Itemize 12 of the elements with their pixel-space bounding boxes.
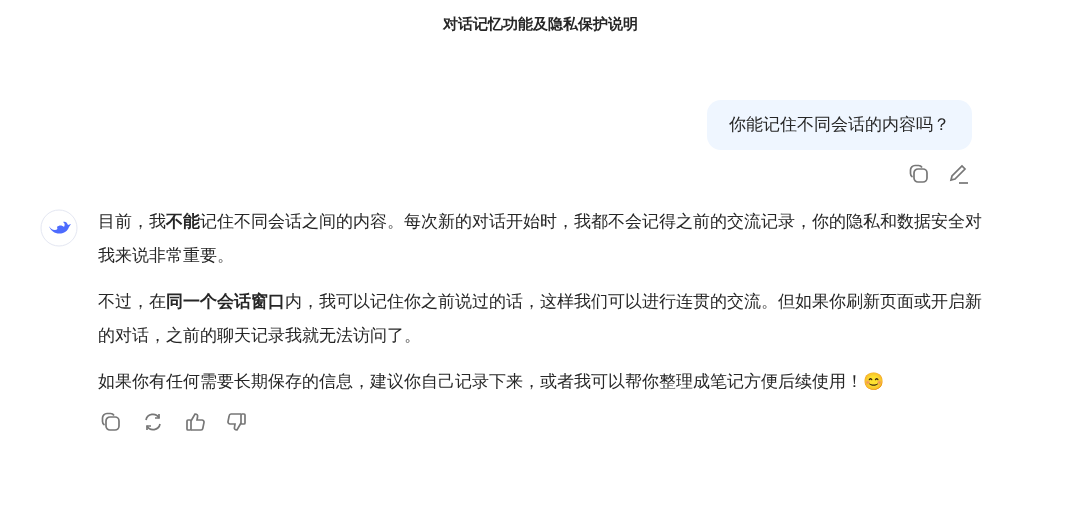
answer-paragraph: 如果你有任何需要长期保存的信息，建议你自己记录下来，或者我可以帮你整理成笔记方便后续使用！😊: [98, 371, 885, 393]
chat-title: 对话记忆功能及隐私保护说明: [441, 14, 639, 34]
regenerate-icon[interactable]: [142, 411, 164, 433]
copy-icon[interactable]: [100, 411, 122, 433]
thumbs-up-icon[interactable]: [184, 411, 206, 433]
edit-icon[interactable]: [948, 163, 970, 185]
user-message: 你能记住不同会话的内容吗？: [707, 100, 972, 150]
copy-icon[interactable]: [908, 163, 930, 185]
answer-paragraph: 不过，在同一个会话窗口内，我可以记住你之前说过的话，这样我们可以进行连贯的交流。但如果你刷新页面或开启新的对话，之前的聊天记录我就无法访问了。: [98, 291, 983, 347]
thumbs-down-icon[interactable]: [226, 411, 248, 433]
whale-avatar-icon: [40, 209, 78, 247]
answer-paragraph: 目前，我不能记住不同会话之间的内容。每次新的对话开始时，我都不会记得之前的交流记录，你的隐私和数据安全对我来说非常重要。: [98, 211, 983, 267]
